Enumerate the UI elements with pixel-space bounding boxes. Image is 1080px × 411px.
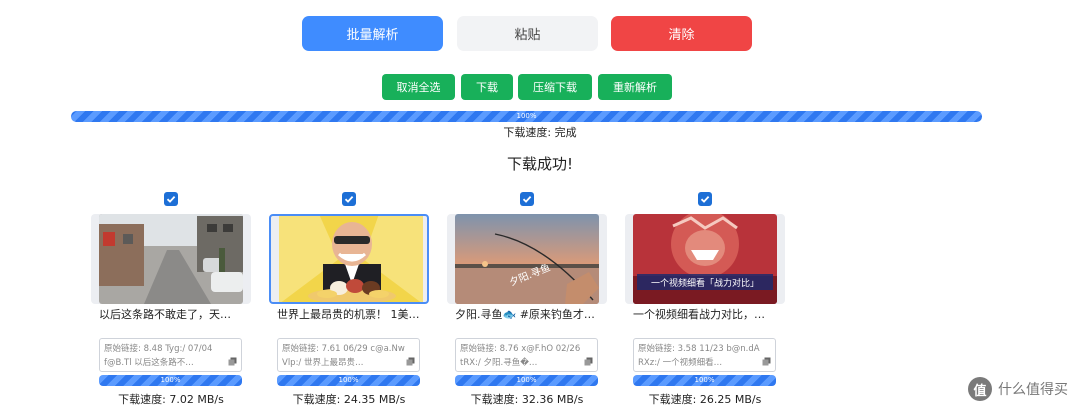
video-progress-bar: 100% [633,375,776,386]
clear-button[interactable]: 清除 [611,16,752,51]
source-link-line: 原始链接: 8.76 x@F.hO 02/26 [460,344,581,354]
download-button[interactable]: 下载 [461,74,513,100]
batch-parse-button[interactable]: 批量解析 [302,16,443,51]
video-progress-label: 100% [694,376,715,384]
video-thumbnail[interactable] [91,214,251,304]
video-title: 世界上最昂贵的机票！ 1美… [277,308,420,321]
watermark-text: 什么值得买 [998,382,1068,398]
reparse-button[interactable]: 重新解析 [598,74,672,100]
source-link-line: 原始链接: 3.58 11/23 b@n.dA [638,344,760,354]
check-icon [522,195,532,203]
select-checkbox[interactable] [164,192,178,206]
check-icon [166,195,176,203]
copy-icon[interactable] [584,357,593,366]
video-thumbnail[interactable]: 一个视频细看「战力对比」 [625,214,785,304]
source-link-line: f@B.Tl 以后这条路不… [104,358,194,368]
select-checkbox[interactable] [342,192,356,206]
overall-progress-label: 100% [516,112,537,120]
zip-download-button[interactable]: 压缩下载 [518,74,592,100]
source-link-line: tRX:/ 夕阳.寻鱼�… [460,358,538,368]
video-progress-label: 100% [516,376,537,384]
check-icon [344,195,354,203]
video-download-speed: 下载速度: 7.02 MB/s [118,393,224,406]
copy-icon[interactable] [228,357,237,366]
video-card: 一个视频细看「战力对比」 一个视频细看战力对比，… 原始链接: 3.58 11/… [625,192,785,406]
video-card: 世界上最昂贵的机票！ 1美… 原始链接: 7.61 06/29 c@a.Nw V… [269,192,429,406]
video-card: 以后这条路不敢走了，天… 原始链接: 8.48 Tyg:/ 07/04 f@B.… [91,192,251,406]
video-title: 夕阳.寻鱼🐟 #原来钓鱼才… [455,308,595,321]
cancel-select-all-button[interactable]: 取消全选 [382,74,455,100]
sunset-fishing-image: 夕阳.寻鱼 [455,214,599,304]
video-progress-label: 100% [160,376,181,384]
source-link-line: Vlp:/ 世界上最昂贵… [282,358,364,368]
thumb-caption: 一个视频细看「战力对比」 [651,277,759,289]
copy-icon[interactable] [762,357,771,366]
street-image [99,214,243,304]
video-progress-label: 100% [338,376,359,384]
source-link-field[interactable]: 原始链接: 3.58 11/23 b@n.dA RXz:/ 一个视频细看… [633,338,776,372]
source-link-line: 原始链接: 7.61 06/29 c@a.Nw [282,344,405,354]
source-link-line: RXz:/ 一个视频细看… [638,358,723,368]
source-link-field[interactable]: 原始链接: 7.61 06/29 c@a.Nw Vlp:/ 世界上最昂贵… [277,338,420,372]
video-progress-bar: 100% [99,375,242,386]
video-title: 以后这条路不敢走了，天… [99,308,231,321]
video-progress-bar: 100% [455,375,598,386]
video-download-speed: 下载速度: 26.25 MB/s [648,393,762,406]
man-eating-dessert-image [279,216,423,302]
paste-button[interactable]: 粘贴 [457,16,598,51]
copy-icon[interactable] [406,357,415,366]
check-icon [700,195,710,203]
video-download-speed: 下载速度: 32.36 MB/s [470,393,584,406]
watermark-logo: 值 [968,377,992,401]
video-card: 夕阳.寻鱼 夕阳.寻鱼🐟 #原来钓鱼才… 原始链接: 8.76 x@F.hO 0… [447,192,607,406]
video-title: 一个视频细看战力对比，… [633,308,765,321]
site-watermark: 值 什么值得买 [968,377,1068,401]
action-toolbar: 取消全选 下载 压缩下载 重新解析 [0,74,1080,100]
video-thumbnail[interactable]: 夕阳.寻鱼 [447,214,607,304]
source-link-field[interactable]: 原始链接: 8.76 x@F.hO 02/26 tRX:/ 夕阳.寻鱼�… [455,338,598,372]
video-progress-bar: 100% [277,375,420,386]
overall-progress-bar: 100% [71,111,982,122]
select-checkbox[interactable] [520,192,534,206]
overall-speed: 下载速度: 完成 [503,126,577,139]
source-link-field[interactable]: 原始链接: 8.48 Tyg:/ 07/04 f@B.Tl 以后这条路不… [99,338,242,372]
anime-battle-image: 一个视频细看「战力对比」 [633,214,777,304]
source-link-line: 原始链接: 8.48 Tyg:/ 07/04 [104,344,213,354]
select-checkbox[interactable] [698,192,712,206]
video-download-speed: 下载速度: 24.35 MB/s [292,393,406,406]
download-status: 下载成功! [506,155,573,173]
video-thumbnail[interactable] [269,214,429,304]
primary-toolbar: 批量解析 粘贴 清除 [0,16,1080,52]
